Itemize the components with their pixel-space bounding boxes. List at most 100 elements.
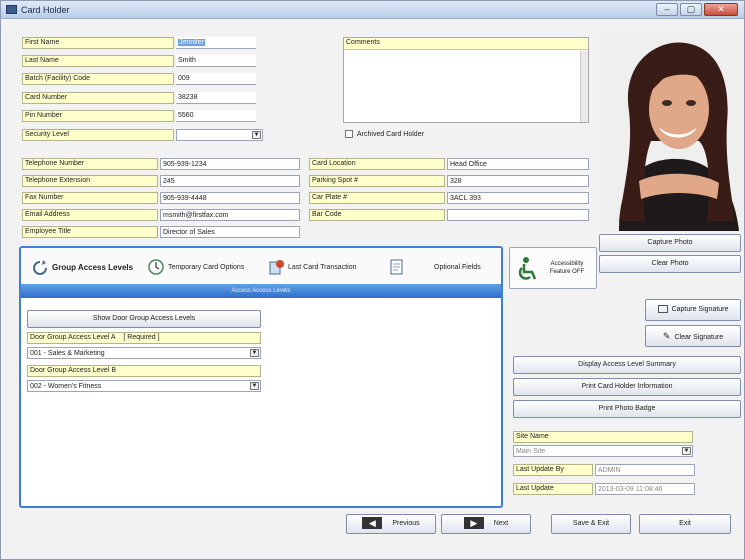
accessibility-toggle[interactable]: Accessibility Feature OFF [509, 247, 597, 289]
clear-photo-button[interactable]: Clear Photo [599, 255, 741, 273]
telephone-label: Telephone Number [22, 158, 158, 170]
document-icon [387, 258, 405, 276]
facility-code-label: Batch (Facility) Code [22, 73, 174, 85]
tab-last-card-transaction-label: Last Card Transaction [288, 264, 357, 271]
next-label: Next [493, 520, 509, 527]
access-level-a-label: Door Group Access Level A [ Required ] [27, 332, 261, 344]
last-update-label: Last Update [513, 483, 593, 495]
archived-checkbox[interactable] [345, 130, 353, 139]
employee-title-label: Employee Title [22, 226, 158, 238]
access-level-b-value: 002 - Women's Fitness [30, 383, 102, 390]
clear-signature-button[interactable]: ✎ Clear Signature [645, 325, 741, 347]
display-access-summary-button[interactable]: Display Access Level Summary [513, 356, 741, 374]
card-number-label: Card Number [22, 92, 174, 104]
print-holder-info-button[interactable]: Print Card Holder Information [513, 378, 741, 396]
site-name-label: Site Name [513, 431, 693, 443]
clear-signature-label: Clear Signature [674, 334, 724, 341]
chevron-down-icon[interactable]: ▼ [682, 447, 691, 455]
security-level-select[interactable]: ▼ [176, 129, 263, 141]
parking-spot-field[interactable]: 328 [447, 175, 589, 187]
window-title: Card Holder [21, 5, 70, 15]
access-panel: Group Access Levels Temporary Card Optio… [19, 246, 503, 508]
archived-label: Archived Card Holder [357, 131, 424, 138]
fax-field[interactable]: 905-939-4448 [160, 192, 300, 204]
chevron-down-icon[interactable]: ▼ [250, 382, 259, 390]
card-swipe-icon [267, 258, 285, 276]
card-holder-window: Card Holder – ▢ ✕ First Name Jennifer La… [0, 0, 745, 560]
chevron-down-icon[interactable]: ▼ [250, 349, 259, 357]
telephone-field[interactable]: 905-939-1234 [160, 158, 300, 170]
employee-title-field[interactable]: Director of Sales [160, 226, 300, 238]
access-level-b-select[interactable]: 002 - Women's Fitness ▼ [27, 380, 261, 392]
print-photo-badge-button[interactable]: Print Photo Badge [513, 400, 741, 418]
comments-label: Comments [344, 38, 588, 50]
email-field[interactable]: msmith@firstfax.com [160, 209, 300, 221]
previous-button[interactable]: ◀ Previous [346, 514, 436, 534]
bar-code-field[interactable] [447, 209, 589, 221]
maximize-button[interactable]: ▢ [680, 3, 702, 16]
tab-optional-fields[interactable]: Optional Fields [387, 257, 481, 279]
first-name-label: First Name [22, 37, 174, 49]
site-name-select[interactable]: Main Site ▼ [513, 445, 693, 457]
accessibility-line2: Feature OFF [549, 269, 585, 275]
first-name-field[interactable]: Jennifer [176, 37, 256, 49]
last-name-label: Last Name [22, 55, 174, 67]
last-name-field[interactable]: Smith [176, 55, 256, 67]
site-name-value: Main Site [516, 448, 546, 455]
capture-photo-button[interactable]: Capture Photo [599, 234, 741, 252]
clock-icon [147, 258, 165, 276]
refresh-icon [31, 259, 49, 277]
title-bar: Card Holder – ▢ ✕ [1, 1, 744, 19]
card-number-field[interactable]: 38238 [176, 92, 256, 104]
bar-code-label: Bar Code [309, 209, 445, 221]
last-update-by-field: ADMIN [595, 464, 695, 476]
save-exit-button[interactable]: Save & Exit [551, 514, 631, 534]
arrow-left-icon: ◀ [362, 517, 383, 530]
portrait-image [599, 31, 743, 231]
previous-label: Previous [392, 520, 420, 527]
access-level-a-label-text: Door Group Access Level A [30, 334, 116, 341]
facility-code-field[interactable]: 009 [176, 73, 256, 85]
chevron-down-icon[interactable]: ▼ [252, 131, 261, 139]
first-name-value: Jennifer [178, 39, 205, 46]
wheelchair-icon [518, 257, 537, 280]
card-holder-photo [599, 31, 743, 231]
panel-header: Access Access Levels [21, 284, 501, 298]
tab-temporary-card-options-label: Temporary Card Options [168, 264, 245, 271]
pin-number-field[interactable]: 5560 [176, 110, 256, 122]
show-door-group-button[interactable]: Show Door Group Access Levels [27, 310, 261, 328]
last-update-field: 2013-03-09 11:08:46 [595, 483, 695, 495]
minimize-button[interactable]: – [656, 3, 678, 16]
car-plate-label: Car Plate # [309, 192, 445, 204]
app-icon [6, 5, 17, 14]
close-button[interactable]: ✕ [704, 3, 738, 16]
signature-pad-icon [657, 305, 668, 314]
card-location-label: Card Location [309, 158, 445, 170]
next-button[interactable]: ▶ Next [441, 514, 531, 534]
tab-strip: Group Access Levels Temporary Card Optio… [21, 248, 501, 284]
parking-spot-label: Parking Spot # [309, 175, 445, 187]
exit-button[interactable]: Exit [639, 514, 731, 534]
extension-label: Telephone Extension [22, 175, 158, 187]
required-tag: [ Required ] [123, 334, 160, 341]
card-location-field[interactable]: Head Office [447, 158, 589, 170]
tab-group-access-levels[interactable]: Group Access Levels [31, 257, 133, 279]
pin-number-label: Pin Number [22, 110, 174, 122]
tab-optional-fields-label: Optional Fields [434, 264, 481, 271]
tab-group-access-levels-label: Group Access Levels [52, 263, 134, 272]
comments-scrollbar[interactable] [580, 51, 588, 122]
capture-signature-label: Capture Signature [671, 306, 729, 313]
comments-box[interactable]: Comments [343, 37, 589, 123]
security-level-label: Security Level [22, 129, 174, 141]
car-plate-field[interactable]: 3ACL 393 [447, 192, 589, 204]
arrow-right-icon: ▶ [463, 517, 484, 530]
archived-checkbox-row[interactable]: Archived Card Holder [345, 129, 465, 141]
tab-last-card-transaction[interactable]: Last Card Transaction [267, 257, 356, 279]
extension-field[interactable]: 245 [160, 175, 300, 187]
eraser-icon: ✎ [662, 331, 671, 341]
fax-label: Fax Number [22, 192, 158, 204]
capture-signature-button[interactable]: Capture Signature [645, 299, 741, 321]
access-level-a-select[interactable]: 001 - Sales & Marketing ▼ [27, 347, 261, 359]
tab-temporary-card-options[interactable]: Temporary Card Options [147, 257, 244, 279]
access-level-a-value: 001 - Sales & Marketing [30, 350, 105, 357]
